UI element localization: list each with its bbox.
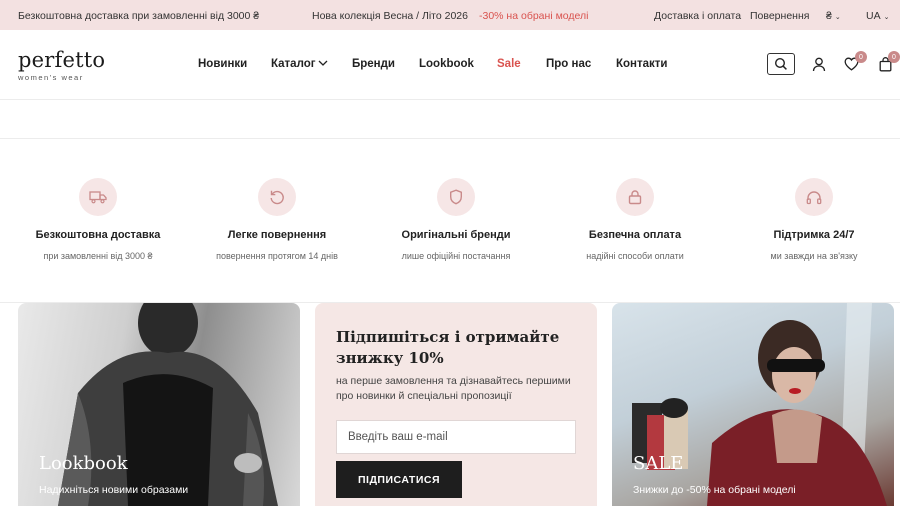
newsletter-text: на перше замовлення та дізнавайтесь перш… [336,375,571,402]
nav-item-new[interactable]: Новинки [198,58,247,70]
language-value: UA [866,10,881,22]
newsletter-card: Підпишіться і отримайте знижку 10% на пе… [315,303,597,506]
feature-icon-circle [616,178,654,216]
feature-title: Підтримка 24/7 [773,229,855,241]
chevron-down-icon: ⌄ [883,14,890,21]
delivery-link[interactable]: Доставка і оплата [654,10,741,22]
nav-item-catalog-label: Каталог [271,58,316,70]
headphones-icon [806,190,822,204]
free-shipping-text: Безкоштовна доставка при замовленні від … [18,10,260,22]
wishlist-count-badge: 0 [855,51,867,63]
feature-title: Безкоштовна доставка [35,229,161,241]
nav-item-catalog[interactable]: Каталог [271,58,328,70]
feature-icon-circle [258,178,296,216]
cart-count-badge: 0 [888,51,900,63]
nav-item-brands[interactable]: Бренди [352,58,395,70]
nav-item-about[interactable]: Про нас [546,58,591,70]
return-icon [270,190,284,205]
feature-title: Безпечна оплата [588,229,682,241]
nav-item-sale[interactable]: Sale [497,58,521,70]
shield-icon [450,189,462,205]
account-button[interactable] [811,56,827,72]
returns-link[interactable]: Повернення [750,10,809,22]
feature-original-brands: Оригінальні бренди лише офіційні постача… [371,178,541,261]
feature-subtitle: надійні способи оплати [586,251,684,261]
feature-icon-circle [437,178,475,216]
lookbook-title: Lookbook [39,453,128,474]
sale-title: SALE [633,453,684,474]
lookbook-card[interactable]: Lookbook Надихніться новими образами [18,303,300,506]
feature-support: Підтримка 24/7 ми завжди на зв'язку [729,178,899,261]
nav-item-lookbook[interactable]: Lookbook [419,58,474,70]
feature-easy-returns: Легке повернення повернення протягом 14 … [192,178,362,261]
search-icon [774,57,787,70]
language-selector[interactable]: UA ⌄ [866,10,889,22]
logo[interactable]: perfetto [18,48,105,72]
feature-subtitle: повернення протягом 14 днів [216,251,338,261]
feature-secure-payment: Безпечна оплата надійні способи оплати [550,178,720,261]
sale-subtitle: Знижки до -50% на обрані моделі [633,484,796,496]
lookbook-subtitle: Надихніться новими образами [39,484,189,496]
feature-free-delivery: Безкоштовна доставка при замовленні від … [13,178,183,261]
currency-selector[interactable]: ₴ ⌄ [826,10,841,22]
feature-icon-circle [795,178,833,216]
feature-icon-circle [79,178,117,216]
chevron-down-icon: ⌄ [834,14,841,21]
currency-value: ₴ [826,10,832,22]
collection-text: Нова колекція Весна / Літо 2026 [312,10,468,22]
announcement-bar: Безкоштовна доставка при замовленні від … [0,0,900,30]
newsletter-title: Підпишіться і отримайте знижку 10% [336,328,560,367]
feature-subtitle: ми завжди на зв'язку [770,251,858,261]
feature-subtitle: лише офіційні постачання [401,251,511,261]
nav-item-contacts[interactable]: Контакти [616,58,667,70]
chevron-down-icon [318,61,328,67]
sale-card[interactable]: SALE Знижки до -50% на обрані моделі [612,303,894,506]
logo-tagline: women's wear [18,73,84,82]
lookbook-photo [58,303,278,506]
subscribe-button[interactable]: ПІДПИСАТИСЯ [336,461,462,498]
feature-title: Легке повернення [227,229,327,241]
truck-icon [89,191,107,204]
search-button[interactable] [767,53,795,75]
promo-text: -30% на обрані моделі [479,10,589,22]
email-field[interactable] [336,420,576,454]
feature-subtitle: при замовленні від 3000 ₴ [43,251,153,261]
sale-photo [632,303,887,506]
feature-title: Оригінальні бренди [401,229,511,241]
lock-icon [628,190,642,205]
user-icon [812,57,826,71]
section-divider [0,138,900,139]
